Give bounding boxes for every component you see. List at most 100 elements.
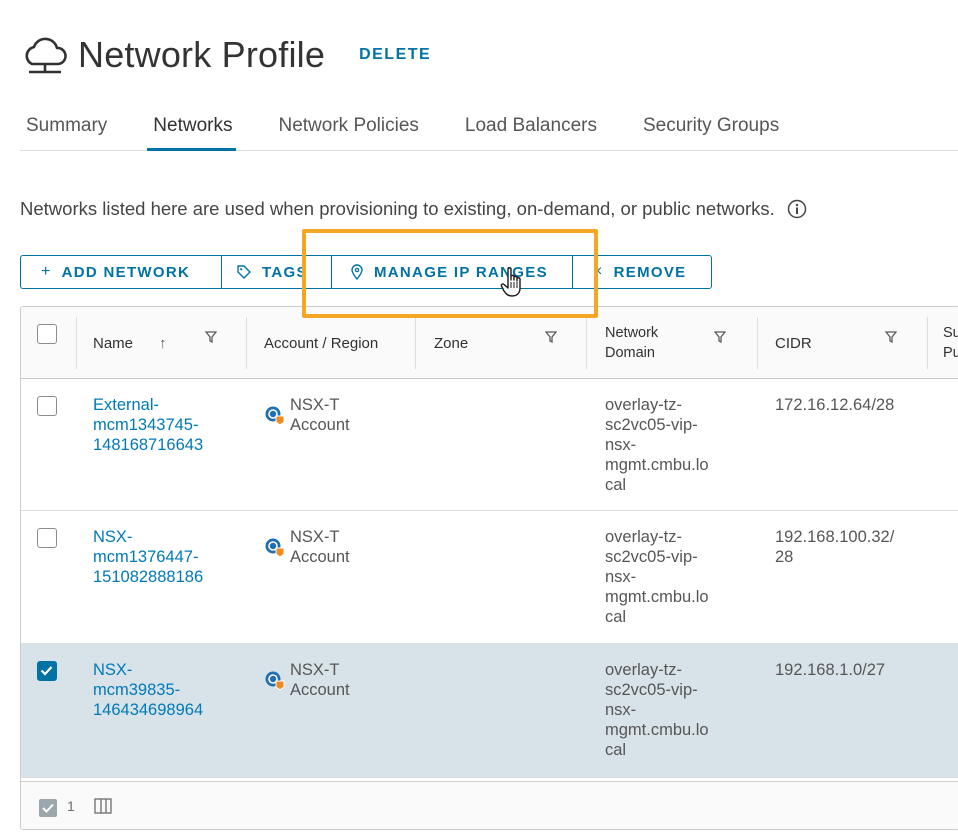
filter-icon[interactable] — [205, 331, 217, 343]
filter-icon[interactable] — [714, 331, 726, 343]
network-domain-cell: overlay-tz-sc2vc05-vip-nsx-mgmt.cmbu.lo c… — [605, 395, 709, 495]
network-domain-cell-line: nsx- — [605, 568, 637, 586]
cidr-cell: 172.16.12.64/28 — [775, 395, 894, 415]
column-header-network-domain[interactable]: Network Domain — [605, 307, 755, 379]
column-header-name[interactable]: Name ↑ — [93, 307, 243, 379]
page-header: Network Profile DELETE — [20, 30, 431, 80]
network-name-link-line: mcm1376447- — [93, 548, 199, 566]
column-divider — [76, 317, 77, 369]
column-divider — [586, 317, 587, 369]
cidr-cell-line: 192.168.1.0/27 — [775, 661, 886, 679]
checkmark-icon — [40, 666, 53, 676]
column-zone-label: Zone — [434, 334, 469, 352]
network-domain-cell-line: mgmt.cmbu.lo — [605, 588, 709, 606]
manage-ip-ranges-label: MANAGE IP RANGES — [374, 263, 548, 281]
row-select-checkbox[interactable] — [37, 528, 57, 548]
column-header-zone[interactable]: Zone — [434, 307, 584, 379]
account-name-line: Account — [290, 416, 350, 434]
network-domain-cell-line: sc2vc05-vip- — [605, 681, 698, 699]
network-domain-cell-line: cal — [605, 741, 627, 759]
network-domain-cell-line: sc2vc05-vip- — [605, 416, 698, 434]
account-name: NSX-T Account — [290, 395, 350, 435]
network-domain-cell: overlay-tz-sc2vc05-vip-nsx-mgmt.cmbu.lo c… — [605, 660, 709, 760]
info-icon[interactable] — [787, 199, 807, 219]
column-toggle-icon[interactable] — [94, 798, 112, 814]
network-domain-cell-line: mgmt.cmbu.lo — [605, 721, 709, 739]
tab-networks[interactable]: Networks — [147, 107, 237, 151]
datagrid-footer: 1 — [21, 781, 958, 829]
column-cidr-label: CIDR — [775, 334, 812, 352]
nsx-t-account-icon — [265, 671, 285, 691]
manage-ip-ranges-button[interactable]: MANAGE IP RANGES — [332, 256, 573, 288]
network-name-link-line: External- — [93, 396, 160, 414]
networks-description: Networks listed here are used when provi… — [20, 198, 807, 220]
column-divider — [415, 317, 416, 369]
account-name-line: NSX-T — [290, 661, 340, 679]
add-network-button[interactable]: + ADD NETWORK — [21, 256, 222, 288]
network-domain-cell-line: overlay-tz- — [605, 661, 683, 679]
filter-icon[interactable] — [885, 331, 897, 343]
table-row[interactable]: External-mcm1343745- 148168716643 NSX-T Acc… — [21, 379, 958, 511]
column-header-cidr[interactable]: CIDR — [775, 307, 915, 379]
network-domain-cell-line: mgmt.cmbu.lo — [605, 456, 709, 474]
network-domain-cell-line: overlay-tz- — [605, 396, 683, 414]
tab-load-balancers[interactable]: Load Balancers — [459, 107, 601, 151]
network-domain-cell-line: cal — [605, 476, 627, 494]
selected-count: 1 — [67, 798, 75, 814]
select-all-checkbox[interactable] — [37, 324, 57, 344]
remove-label: REMOVE — [613, 263, 687, 281]
column-divider — [757, 317, 758, 369]
add-network-label: ADD NETWORK — [61, 263, 191, 281]
column-header-support-public[interactable]: Su Pu — [943, 307, 958, 379]
tab-network-policies[interactable]: Network Policies — [272, 107, 422, 151]
description-text: Networks listed here are used when provi… — [20, 198, 775, 219]
cloud-network-icon — [25, 37, 67, 74]
column-divider — [246, 317, 247, 369]
column-divider — [927, 317, 928, 369]
account-name-line: Account — [290, 681, 350, 699]
network-name-link[interactable]: NSX-mcm1376447- 151082888186 — [93, 527, 203, 587]
network-name-link-line: mcm1343745- — [93, 416, 199, 434]
column-header-account-region[interactable]: Account / Region — [264, 307, 414, 379]
network-name-link-line: 146434698964 — [93, 701, 204, 719]
tab-bar: Summary Networks Network Policies Load B… — [20, 107, 958, 151]
network-domain-cell-line: cal — [605, 608, 627, 626]
delete-button[interactable]: DELETE — [359, 46, 431, 64]
column-support-public-label-line2: Pu — [943, 345, 958, 361]
tab-summary[interactable]: Summary — [20, 107, 111, 151]
row-select-checkbox[interactable] — [37, 661, 57, 681]
tab-security-groups[interactable]: Security Groups — [637, 107, 783, 151]
filter-icon[interactable] — [545, 331, 557, 343]
account-region-cell: NSX-T Account — [264, 660, 350, 700]
network-name-link[interactable]: External-mcm1343745- 148168716643 — [93, 395, 203, 455]
table-row[interactable]: NSX-mcm1376447- 151082888186 NSX-T Account o… — [21, 511, 958, 644]
tags-label: TAGS — [262, 263, 308, 281]
account-name: NSX-T Account — [290, 660, 350, 700]
column-network-domain-label-line2: Domain — [605, 345, 655, 361]
map-pin-icon — [350, 264, 364, 280]
network-name-link-line: mcm39835- — [93, 681, 181, 699]
tags-button[interactable]: TAGS — [222, 256, 332, 288]
cidr-cell-line: 28 — [775, 548, 794, 566]
table-row[interactable]: NSX-mcm39835- 146434698964 NSX-T Account ove… — [21, 644, 958, 778]
network-domain-cell-line: nsx- — [605, 436, 637, 454]
network-name-link[interactable]: NSX-mcm39835- 146434698964 — [93, 660, 203, 720]
cidr-cell-line: 192.168.100.32/ — [775, 528, 895, 546]
sort-ascending-icon[interactable]: ↑ — [159, 335, 167, 352]
datagrid-header: Name ↑ Account / Region Zone Network Dom… — [21, 307, 958, 379]
network-name-link-line: 148168716643 — [93, 436, 204, 454]
remove-button[interactable]: × REMOVE — [573, 256, 711, 288]
row-select-checkbox[interactable] — [37, 396, 57, 416]
page-title: Network Profile — [78, 34, 326, 75]
network-name-link-line: 151082888186 — [93, 568, 204, 586]
tag-icon — [236, 264, 252, 280]
account-name-line: NSX-T — [290, 528, 340, 546]
network-domain-cell-line: sc2vc05-vip- — [605, 548, 698, 566]
nsx-t-account-icon — [265, 406, 285, 426]
account-name-line: Account — [290, 548, 350, 566]
network-actions-toolbar: + ADD NETWORK TAGS MANAGE IP RANGES × RE… — [20, 255, 712, 289]
column-support-public-label-line1: Su — [943, 325, 958, 341]
plus-icon: + — [41, 263, 52, 280]
networks-datagrid: Name ↑ Account / Region Zone Network Dom… — [20, 306, 958, 830]
cidr-cell: 192.168.100.32/28 — [775, 527, 894, 567]
